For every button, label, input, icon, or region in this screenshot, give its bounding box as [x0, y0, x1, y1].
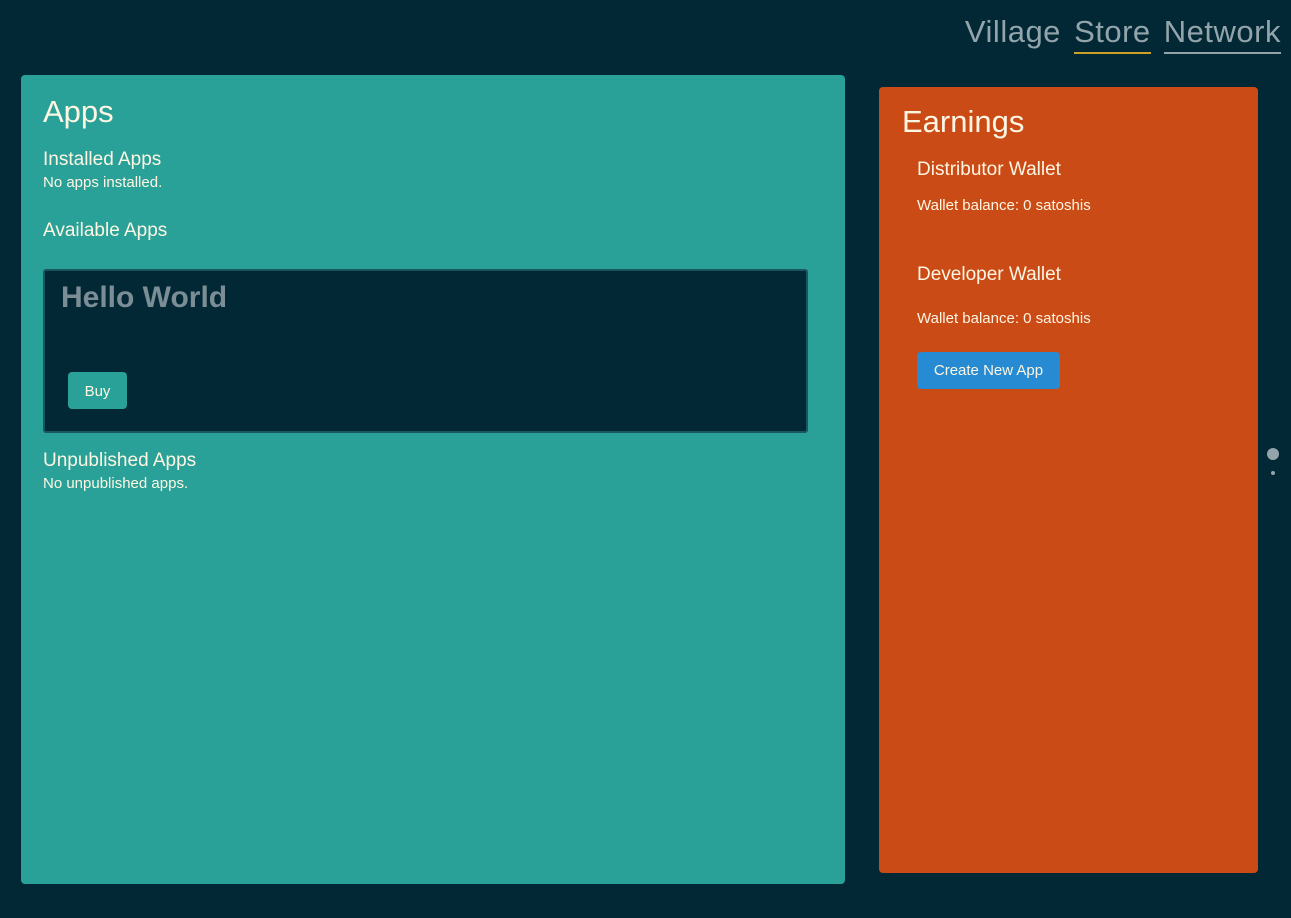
earnings-title: Earnings — [902, 104, 1025, 139]
developer-wallet-balance: Wallet balance: 0 satoshis — [917, 310, 1091, 327]
developer-wallet-heading: Developer Wallet — [917, 264, 1061, 285]
app-card-title: Hello World — [61, 281, 228, 314]
app-card: Hello World Buy — [43, 269, 808, 433]
unpublished-apps-heading: Unpublished Apps — [43, 450, 197, 471]
apps-panel: Apps Installed Apps No apps installed. A… — [21, 75, 845, 884]
create-new-app-button[interactable]: Create New App — [917, 352, 1060, 389]
distributor-wallet: Distributor Wallet Wallet balance: 0 sat… — [917, 157, 1235, 216]
earnings-panel: Earnings Distributor Wallet Wallet balan… — [879, 87, 1258, 873]
brand-word-village: Village — [964, 14, 1061, 49]
distributor-wallet-heading: Distributor Wallet — [917, 159, 1061, 180]
page-dot[interactable] — [1271, 471, 1275, 475]
page-dot-active[interactable] — [1267, 448, 1279, 460]
installed-apps-empty-text: No apps installed. — [43, 174, 163, 191]
installed-apps-heading: Installed Apps — [43, 149, 162, 170]
page-indicator — [1266, 448, 1280, 475]
brand-title: Village Store Network — [964, 14, 1282, 54]
brand-word-network[interactable]: Network — [1163, 14, 1282, 54]
developer-wallet: Developer Wallet Wallet balance: 0 satos… — [917, 262, 1235, 389]
unpublished-apps-empty-text: No unpublished apps. — [43, 475, 189, 492]
brand-word-store[interactable]: Store — [1074, 14, 1151, 54]
available-apps-heading: Available Apps — [43, 220, 168, 241]
apps-title: Apps — [43, 94, 114, 129]
buy-button[interactable]: Buy — [68, 372, 127, 409]
distributor-wallet-balance: Wallet balance: 0 satoshis — [917, 197, 1091, 214]
